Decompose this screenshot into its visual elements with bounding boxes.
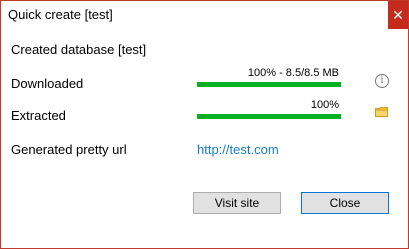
pretty-url-link[interactable]: http://test.com [197,142,279,157]
downloaded-label: Downloaded [11,76,84,91]
extracted-progress-text: 100% [310,99,339,111]
pretty-url-label: Generated pretty url [11,142,127,157]
extracted-label: Extracted [11,108,66,123]
button-bar: Visit site Close [1,177,408,248]
downloaded-progress-fill [197,82,341,87]
window-close-button[interactable]: ✕ [388,1,408,29]
quick-create-dialog: Quick create [test] ✕ Created database [… [0,0,409,249]
info-icon[interactable]: i [375,74,389,88]
downloaded-progress-text: 100% - 8.5/8.5 MB [247,67,339,79]
created-database-label: Created database [test] [11,42,147,57]
downloaded-progress-bar [197,82,341,87]
window-title: Quick create [test] [8,7,113,22]
folder-icon[interactable] [375,107,388,117]
title-bar: Quick create [test] ✕ [1,1,408,29]
extracted-progress-bar [197,114,341,119]
close-button[interactable]: Close [301,192,389,214]
extracted-progress-fill [197,114,341,119]
close-icon: ✕ [392,7,404,23]
visit-site-button[interactable]: Visit site [193,192,281,214]
